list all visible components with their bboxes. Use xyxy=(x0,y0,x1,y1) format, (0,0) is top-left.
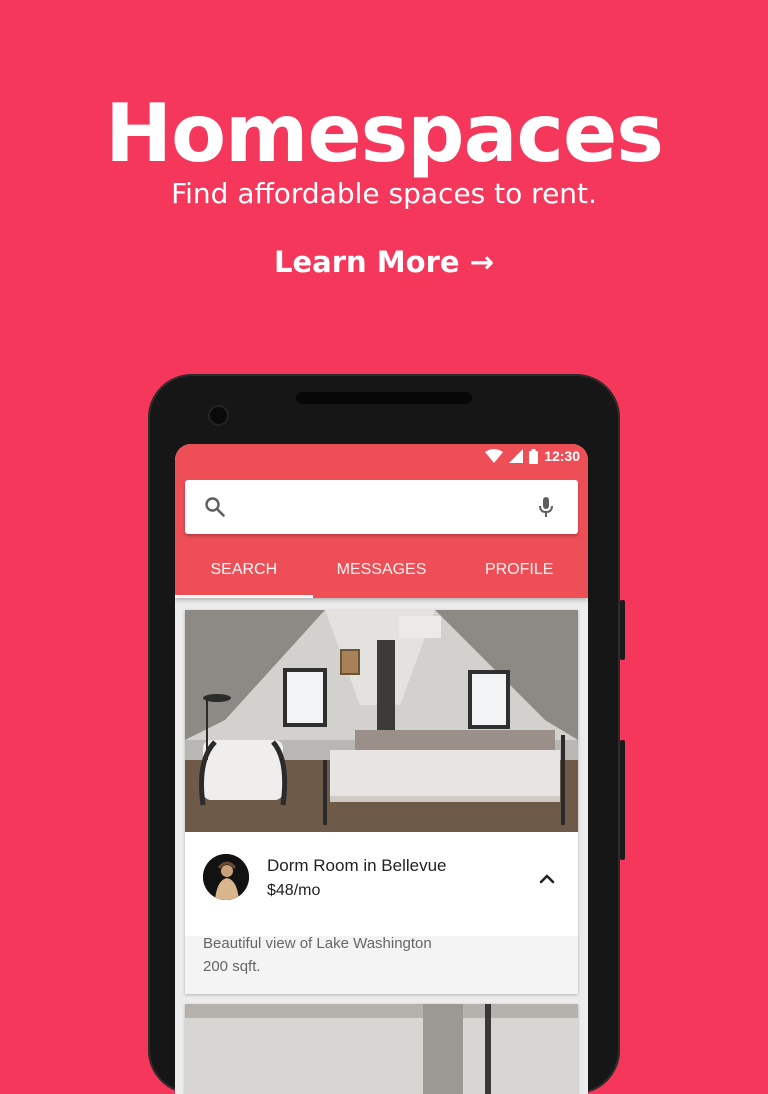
phone-frame: 12:30 SEARCH MESSAGES PROFILE Dorm Room … xyxy=(148,374,625,1094)
search-input[interactable] xyxy=(241,492,535,524)
hero-title: Homespaces xyxy=(105,87,664,180)
volume-button xyxy=(620,740,625,860)
search-bar[interactable] xyxy=(185,480,578,534)
listing-description-line-1: Beautiful view of Lake Washington xyxy=(203,935,432,952)
chevron-up-icon[interactable] xyxy=(536,868,558,890)
listing-card[interactable]: Dorm Room in Bellevue $48/mo Beautiful v… xyxy=(185,610,578,994)
phone-speaker xyxy=(296,392,472,404)
listing-size: 200 sqft. xyxy=(203,958,261,975)
listing-photo-next[interactable] xyxy=(185,1004,578,1094)
hero-subtitle: Find affordable spaces to rent. xyxy=(171,177,597,210)
learn-more-link[interactable]: Learn More → xyxy=(0,243,768,281)
signal-icon xyxy=(509,449,524,463)
battery-icon xyxy=(529,448,539,464)
status-bar: 12:30 xyxy=(485,444,580,468)
tab-bar: SEARCH MESSAGES PROFILE xyxy=(175,547,588,598)
power-button xyxy=(620,600,625,660)
front-camera xyxy=(210,407,227,424)
listing-description: Beautiful view of Lake Washington 200 sq… xyxy=(203,932,432,978)
listing-title: Dorm Room in Bellevue xyxy=(267,856,447,875)
wifi-icon xyxy=(485,449,504,463)
listing-card-next[interactable] xyxy=(185,1004,578,1094)
host-avatar[interactable] xyxy=(203,854,249,900)
listing-photo[interactable] xyxy=(185,610,578,832)
tab-messages[interactable]: MESSAGES xyxy=(313,547,451,598)
tab-search[interactable]: SEARCH xyxy=(175,547,313,598)
search-icon[interactable] xyxy=(203,495,227,519)
app-bar: 12:30 SEARCH MESSAGES PROFILE xyxy=(175,444,588,598)
mic-icon[interactable] xyxy=(534,495,558,519)
phone-screen: 12:30 SEARCH MESSAGES PROFILE Dorm Room … xyxy=(175,444,588,1094)
status-time: 12:30 xyxy=(544,448,580,464)
tab-profile[interactable]: PROFILE xyxy=(450,547,588,598)
listing-price: $48/mo xyxy=(267,882,321,899)
